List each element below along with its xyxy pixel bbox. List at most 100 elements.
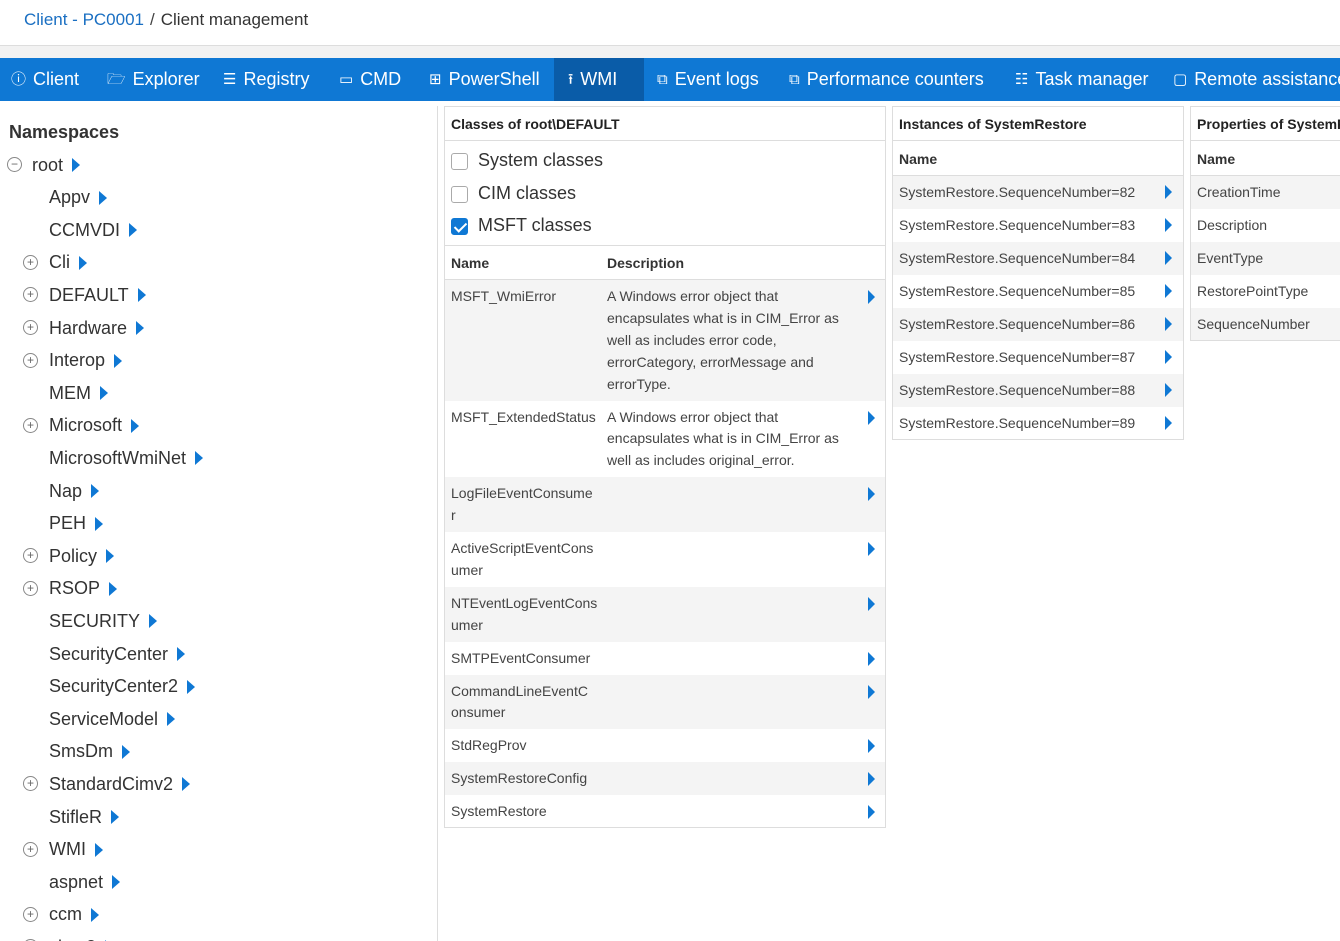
class-name[interactable]: umer [451, 562, 483, 578]
tab-cmd[interactable]: ▭ CMD [328, 58, 414, 101]
class-row[interactable]: ActiveScriptEventCons umer [445, 532, 885, 587]
class-name[interactable]: MSFT_ExtendedStatus [451, 409, 596, 425]
namespace-label[interactable]: SecurityCenter2 [49, 676, 178, 697]
class-row[interactable]: MSFT_WmiError A Windows error object that… [445, 280, 885, 401]
class-name[interactable]: MSFT_WmiError [451, 288, 556, 304]
caret-right-icon[interactable] [94, 842, 103, 857]
namespace-label[interactable]: PEH [49, 513, 86, 534]
caret-right-icon[interactable] [95, 516, 104, 531]
namespace-node[interactable]: StandardCimv2 [49, 770, 191, 798]
caret-right-icon[interactable] [91, 907, 99, 922]
namespace-node[interactable]: SecurityCenter2 [49, 673, 196, 701]
namespace-label[interactable]: CCMVDI [49, 220, 120, 241]
caret-right-icon[interactable] [195, 451, 204, 466]
tab-performance-counters[interactable]: ⧉ Performance counters [778, 58, 1000, 101]
caret-right-icon[interactable] [1165, 350, 1172, 364]
caret-right-icon[interactable] [111, 810, 120, 824]
namespace-label[interactable]: StifleR [49, 807, 102, 828]
expand-icon[interactable]: + [23, 287, 38, 303]
namespace-node[interactable]: Microsoft [49, 412, 140, 440]
class-name[interactable]: onsumer [451, 704, 505, 720]
namespace-node[interactable]: Policy [49, 542, 115, 570]
namespace-label[interactable]: Policy [49, 546, 97, 567]
instance-row[interactable]: SystemRestore.SequenceNumber=83 [893, 209, 1183, 242]
namespace-label[interactable]: ServiceModel [49, 709, 158, 730]
namespace-label[interactable]: Cli [49, 252, 70, 273]
namespace-label[interactable]: Appv [49, 187, 90, 208]
instance-row[interactable]: SystemRestore.SequenceNumber=88 [893, 374, 1183, 407]
namespace-node[interactable]: DEFAULT [49, 281, 146, 309]
instance-row[interactable]: SystemRestore.SequenceNumber=84 [893, 242, 1183, 275]
property-row[interactable]: RestorePointType [1191, 275, 1340, 308]
namespace-node[interactable]: WMI [49, 836, 103, 864]
expand-icon[interactable]: + [23, 841, 38, 857]
instance-row[interactable]: SystemRestore.SequenceNumber=85 [893, 275, 1183, 308]
caret-right-icon[interactable] [1165, 185, 1172, 199]
class-row[interactable]: StdRegProv [445, 729, 885, 762]
class-name[interactable]: StdRegProv [451, 737, 526, 753]
property-row[interactable]: CreationTime [1191, 176, 1340, 209]
caret-right-icon[interactable] [129, 223, 137, 238]
instance-name[interactable]: SystemRestore.SequenceNumber=86 [899, 316, 1135, 332]
caret-right-icon[interactable] [868, 805, 875, 820]
namespace-label[interactable]: RSOP [49, 578, 100, 599]
caret-right-icon[interactable] [868, 684, 875, 699]
caret-right-icon[interactable] [177, 647, 186, 661]
filter-label[interactable]: MSFT classes [478, 215, 592, 236]
namespace-node[interactable]: RSOP [49, 575, 118, 603]
expand-icon[interactable]: + [23, 254, 38, 270]
class-name[interactable]: r [451, 507, 456, 523]
caret-right-icon[interactable] [149, 614, 158, 629]
tab-remote-assistance[interactable]: ▢ Remote assistance [1162, 58, 1340, 101]
instance-name[interactable]: SystemRestore.SequenceNumber=87 [899, 349, 1135, 365]
filter-checkbox[interactable] [451, 218, 468, 235]
instance-name[interactable]: SystemRestore.SequenceNumber=83 [899, 217, 1135, 233]
tab-powershell[interactable]: ⊞ PowerShell [418, 58, 552, 101]
caret-right-icon[interactable] [868, 487, 875, 502]
class-name[interactable]: NTEventLogEventCons [451, 595, 597, 611]
namespace-node[interactable]: SecurityCenter [49, 640, 186, 668]
property-row[interactable]: Description [1191, 209, 1340, 242]
namespace-label[interactable]: Interop [49, 350, 105, 371]
caret-right-icon[interactable] [99, 190, 108, 205]
instance-name[interactable]: SystemRestore.SequenceNumber=84 [899, 250, 1135, 266]
instance-row[interactable]: SystemRestore.SequenceNumber=86 [893, 308, 1183, 341]
tab-wmi[interactable]: ⭱ WMI [554, 58, 644, 101]
caret-right-icon[interactable] [122, 744, 130, 759]
class-name[interactable]: umer [451, 617, 483, 633]
class-row[interactable]: SMTPEventConsumer [445, 642, 885, 675]
caret-right-icon[interactable] [868, 410, 875, 425]
caret-right-icon[interactable] [136, 321, 145, 335]
namespace-node[interactable]: Interop [49, 347, 123, 375]
namespace-node[interactable]: ccm [49, 901, 99, 929]
caret-right-icon[interactable] [100, 386, 108, 401]
class-row[interactable]: NTEventLogEventCons umer [445, 586, 885, 642]
expand-icon[interactable]: + [23, 776, 38, 792]
namespace-node[interactable]: Hardware [49, 314, 145, 342]
caret-right-icon[interactable] [106, 549, 115, 564]
class-row[interactable]: SystemRestore [445, 795, 885, 827]
namespace-label[interactable]: aspnet [49, 872, 103, 893]
class-row[interactable]: SystemRestoreConfig [445, 762, 885, 796]
class-name[interactable]: CommandLineEventC [451, 683, 588, 699]
class-name[interactable]: ActiveScriptEventCons [451, 540, 593, 556]
namespace-label[interactable]: MicrosoftWmiNet [49, 448, 186, 469]
class-name[interactable]: LogFileEventConsume [451, 485, 593, 501]
namespace-node[interactable]: SmsDm [49, 738, 130, 766]
caret-right-icon[interactable] [72, 158, 81, 172]
namespace-node[interactable]: ServiceModel [49, 705, 176, 733]
expand-icon[interactable]: + [23, 548, 38, 564]
class-row[interactable]: LogFileEventConsume r [445, 477, 885, 532]
namespace-label[interactable]: StandardCimv2 [49, 774, 173, 795]
caret-right-icon[interactable] [868, 542, 875, 556]
namespace-label[interactable]: root [32, 155, 63, 176]
tab-event-logs[interactable]: ⧉ Event logs [646, 58, 774, 101]
caret-right-icon[interactable] [868, 290, 875, 304]
caret-right-icon[interactable] [1165, 284, 1172, 298]
namespace-label[interactable]: ccm [49, 904, 82, 925]
namespace-node[interactable]: root [32, 151, 81, 179]
class-row[interactable]: MSFT_ExtendedStatus A Windows error objec… [445, 401, 885, 478]
namespace-label[interactable]: SmsDm [49, 741, 113, 762]
expand-icon[interactable]: + [23, 320, 38, 335]
property-row[interactable]: EventType [1191, 242, 1340, 275]
